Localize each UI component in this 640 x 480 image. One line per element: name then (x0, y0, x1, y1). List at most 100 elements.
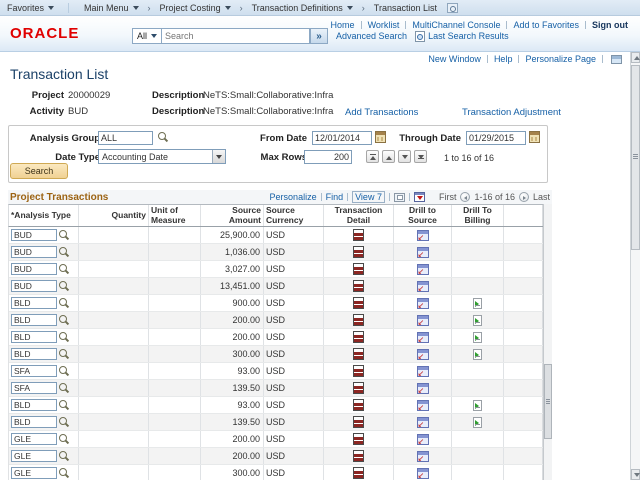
personalize-link[interactable]: Personalize (270, 192, 317, 202)
analysis-group-input[interactable] (98, 131, 153, 145)
transaction-detail-icon[interactable] (353, 229, 364, 241)
analysis-type-input[interactable] (11, 433, 57, 445)
rows-last-chunk-button[interactable] (414, 150, 427, 163)
drill-to-source-icon[interactable]: ↙ (417, 264, 429, 275)
max-rows-input[interactable] (304, 150, 352, 164)
analysis-type-input[interactable] (11, 450, 57, 462)
analysis-type-input[interactable] (11, 280, 57, 292)
lookup-icon[interactable] (59, 400, 70, 411)
drill-to-billing-icon[interactable] (473, 298, 482, 309)
rows-first-chunk-button[interactable] (366, 150, 379, 163)
page-link-personalize-page[interactable]: Personalize Page (525, 54, 596, 64)
drill-to-source-icon[interactable]: ↙ (417, 468, 429, 479)
header-link-add-to-favorites[interactable]: Add to Favorites (513, 20, 579, 30)
breadcrumb-search-icon[interactable] (447, 3, 458, 13)
last-search-results-link[interactable]: Last Search Results (428, 31, 509, 41)
drill-to-billing-icon[interactable] (473, 349, 482, 360)
find-link[interactable]: Find (326, 192, 344, 202)
transaction-detail-icon[interactable] (353, 382, 364, 394)
first-link[interactable]: First (439, 192, 457, 202)
lookup-icon[interactable] (59, 230, 70, 241)
transaction-detail-icon[interactable] (353, 365, 364, 377)
drill-to-source-icon[interactable]: ↙ (417, 434, 429, 445)
transaction-detail-icon[interactable] (353, 263, 364, 275)
grid-scrollbar[interactable] (543, 204, 552, 480)
breadcrumb-item-transaction-definitions[interactable]: Transaction Definitions (245, 3, 360, 13)
search-input[interactable] (162, 28, 310, 44)
select-arrow-button[interactable] (212, 150, 225, 163)
rows-previous-chunk-button[interactable] (382, 150, 395, 163)
analysis-type-input[interactable] (11, 263, 57, 275)
drill-to-source-icon[interactable]: ↙ (417, 230, 429, 241)
page-scrollbar-thumb[interactable] (631, 65, 640, 250)
scroll-down-button[interactable] (631, 469, 640, 480)
lookup-icon[interactable] (59, 468, 70, 479)
transaction-detail-icon[interactable] (353, 348, 364, 360)
transaction-detail-icon[interactable] (353, 331, 364, 343)
drill-to-source-icon[interactable]: ↙ (417, 349, 429, 360)
transaction-detail-icon[interactable] (353, 280, 364, 292)
last-link[interactable]: Last (533, 192, 550, 202)
analysis-type-input[interactable] (11, 246, 57, 258)
analysis-type-input[interactable] (11, 314, 57, 326)
analysis-type-input[interactable] (11, 467, 57, 479)
transaction-detail-icon[interactable] (353, 297, 364, 309)
transaction-adjustment-link[interactable]: Transaction Adjustment (462, 107, 561, 118)
from-date-calendar-icon[interactable] (375, 131, 386, 143)
drill-to-source-icon[interactable]: ↙ (417, 247, 429, 258)
drill-to-source-icon[interactable]: ↙ (417, 332, 429, 343)
next-page-icon[interactable] (519, 192, 529, 202)
breadcrumb-item-transaction-list[interactable]: Transaction List (367, 3, 444, 13)
scroll-up-button[interactable] (631, 52, 640, 63)
through-date-input[interactable] (466, 131, 526, 145)
lookup-icon[interactable] (59, 298, 70, 309)
download-to-excel-icon[interactable] (414, 192, 425, 202)
analysis-group-lookup-icon[interactable] (158, 132, 169, 143)
lookup-icon[interactable] (59, 332, 70, 343)
from-date-input[interactable] (312, 131, 372, 145)
previous-page-icon[interactable] (460, 192, 470, 202)
transaction-detail-icon[interactable] (353, 246, 364, 258)
add-transactions-link[interactable]: Add Transactions (345, 107, 418, 118)
analysis-type-input[interactable] (11, 399, 57, 411)
drill-to-source-icon[interactable]: ↙ (417, 315, 429, 326)
transaction-detail-icon[interactable] (353, 314, 364, 326)
analysis-type-input[interactable] (11, 229, 57, 241)
lookup-icon[interactable] (59, 434, 70, 445)
analysis-type-input[interactable] (11, 297, 57, 309)
through-date-calendar-icon[interactable] (529, 131, 540, 143)
analysis-type-input[interactable] (11, 331, 57, 343)
drill-to-billing-icon[interactable] (473, 417, 482, 428)
drill-to-source-icon[interactable]: ↙ (417, 383, 429, 394)
search-scope-select[interactable]: All (132, 28, 162, 44)
search-go-button[interactable]: » (310, 28, 328, 44)
lookup-icon[interactable] (59, 366, 70, 377)
drill-to-source-icon[interactable]: ↙ (417, 366, 429, 377)
transaction-detail-icon[interactable] (353, 450, 364, 462)
lookup-icon[interactable] (59, 417, 70, 428)
breadcrumb-item-project-costing[interactable]: Project Costing (153, 3, 238, 13)
page-link-help[interactable]: Help (494, 54, 513, 64)
analysis-type-input[interactable] (11, 382, 57, 394)
page-scrollbar[interactable] (630, 52, 640, 480)
grid-scrollbar-thumb[interactable] (544, 364, 552, 439)
drill-to-source-icon[interactable]: ↙ (417, 417, 429, 428)
transaction-detail-icon[interactable] (353, 467, 364, 479)
lookup-icon[interactable] (59, 349, 70, 360)
transaction-detail-icon[interactable] (353, 433, 364, 445)
lookup-icon[interactable] (59, 247, 70, 258)
transaction-detail-icon[interactable] (353, 416, 364, 428)
lookup-icon[interactable] (59, 383, 70, 394)
date-type-select[interactable]: Accounting Date (98, 149, 226, 164)
lookup-icon[interactable] (59, 451, 70, 462)
lookup-icon[interactable] (59, 315, 70, 326)
breadcrumb-item-favorites[interactable]: Favorites (0, 3, 69, 13)
drill-to-billing-icon[interactable] (473, 315, 482, 326)
search-button[interactable]: Search (10, 163, 68, 179)
drill-to-billing-icon[interactable] (473, 400, 482, 411)
popup-window-icon[interactable] (394, 193, 405, 202)
view-all-link[interactable]: View 7 (352, 191, 385, 203)
copy-url-icon[interactable] (611, 55, 622, 64)
analysis-type-input[interactable] (11, 416, 57, 428)
advanced-search-link[interactable]: Advanced Search (336, 31, 407, 41)
